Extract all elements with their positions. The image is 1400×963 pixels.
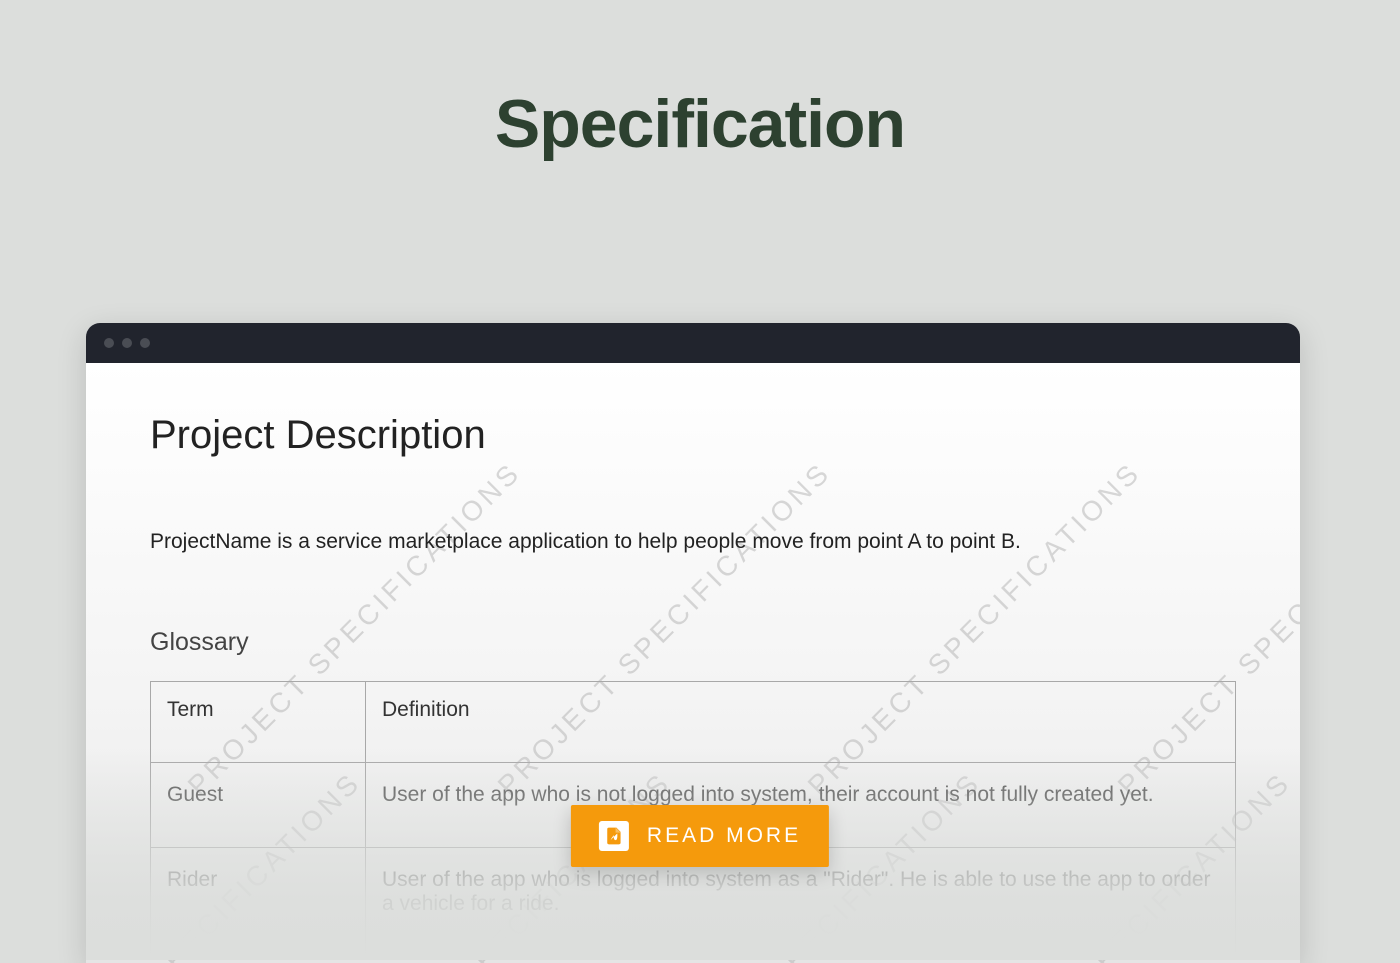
document-heading: Project Description [150, 413, 1236, 458]
window-maximize-dot[interactable] [140, 338, 150, 348]
column-header-term: Term [151, 682, 366, 763]
read-more-label: READ MORE [647, 824, 801, 848]
pdf-icon [599, 821, 629, 851]
column-header-definition: Definition [366, 682, 1236, 763]
document-area: PROJECT SPECIFICATIONS PROJECT SPECIFICA… [86, 363, 1300, 963]
glossary-heading: Glossary [150, 628, 1236, 657]
read-more-button[interactable]: READ MORE [571, 805, 829, 867]
window-title-bar [86, 323, 1300, 363]
cell-term: Guest [151, 763, 366, 848]
window-minimize-dot[interactable] [122, 338, 132, 348]
browser-window: PROJECT SPECIFICATIONS PROJECT SPECIFICA… [86, 323, 1300, 963]
table-header-row: Term Definition [151, 682, 1236, 763]
document-intro: ProjectName is a service marketplace app… [150, 530, 1236, 554]
window-close-dot[interactable] [104, 338, 114, 348]
page-title: Specification [0, 85, 1400, 163]
cell-term: Rider [151, 848, 366, 957]
